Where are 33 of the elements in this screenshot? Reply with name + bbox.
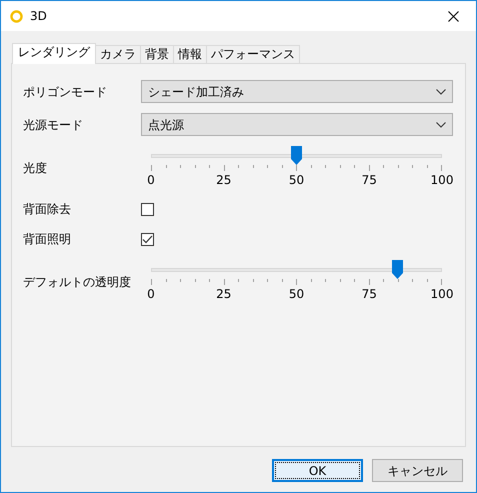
field-label: 光度	[23, 160, 48, 177]
tick-label: 50	[288, 173, 304, 187]
window-title: 3D	[30, 8, 47, 25]
tick-label: 50	[288, 287, 304, 301]
dialog-button[interactable]: OK	[272, 459, 363, 482]
tick-label: 25	[216, 173, 232, 187]
field-label: 背面除去	[23, 201, 72, 218]
tab[interactable]: レンダリング	[12, 43, 96, 64]
field-label: 背面照明	[23, 231, 72, 248]
field-label: ポリゴンモード	[23, 84, 108, 100]
chevron-down-icon	[436, 88, 446, 94]
slider-thumb[interactable]	[291, 146, 302, 165]
tick-label: 0	[147, 287, 155, 301]
tab[interactable]: 背景	[140, 45, 174, 63]
tick-label: 75	[362, 173, 377, 187]
app-icon	[10, 10, 23, 22]
tick-label: 25	[216, 287, 232, 301]
tab[interactable]: 情報	[173, 45, 207, 63]
dialog-button[interactable]: キャンセル	[372, 459, 463, 482]
checkbox[interactable]	[141, 202, 154, 216]
tick-label: 75	[362, 287, 377, 301]
tab[interactable]: パフォーマンス	[206, 45, 300, 63]
slider-thumb[interactable]	[392, 260, 404, 279]
dropdown[interactable]: 点光源	[141, 113, 453, 136]
close-icon[interactable]	[448, 10, 458, 22]
tick-label: 100	[430, 173, 454, 187]
field-label: 光源モード	[23, 116, 84, 134]
tick-label: 0	[147, 173, 155, 187]
tick-label: 100	[430, 287, 454, 301]
chevron-down-icon	[436, 122, 446, 128]
dropdown[interactable]: シェード加工済み	[141, 80, 453, 103]
checkbox[interactable]	[141, 232, 154, 246]
field-label: デフォルトの透明度	[23, 274, 132, 291]
